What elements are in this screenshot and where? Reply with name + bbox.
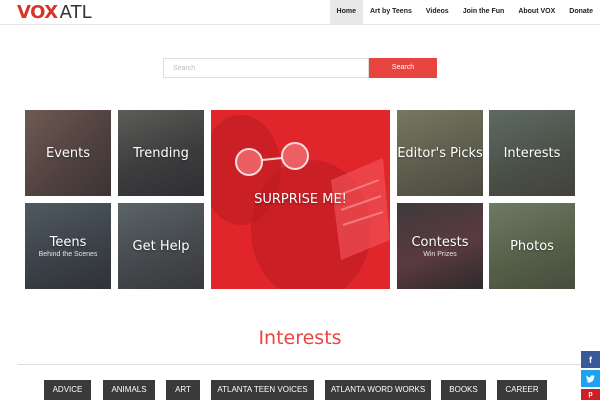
pinterest-icon: p bbox=[588, 391, 593, 398]
nav-about-vox[interactable]: About VOX bbox=[511, 0, 562, 24]
twitter-icon bbox=[586, 374, 595, 383]
search-input[interactable] bbox=[163, 58, 369, 78]
site-header: VOX ATL Home Art by Teens Videos Join th… bbox=[0, 0, 600, 25]
main-nav: Home Art by Teens Videos Join the Fun Ab… bbox=[329, 0, 600, 24]
tile-editors-picks-title: Editor's Picks bbox=[397, 145, 483, 161]
tile-teens[interactable]: Teens Behind the Scenes bbox=[25, 203, 111, 289]
facebook-share-button[interactable]: f bbox=[581, 351, 600, 368]
tile-surprise-title: SURPRISE ME! bbox=[254, 192, 347, 207]
tile-photos-title: Photos bbox=[510, 238, 554, 254]
pinterest-share-button[interactable]: p bbox=[581, 389, 600, 400]
tile-get-help[interactable]: Get Help bbox=[118, 203, 204, 289]
interest-chip-advice[interactable]: ADVICE bbox=[44, 380, 91, 400]
logo-atl-text: ATL bbox=[59, 2, 92, 23]
interests-heading: Interests bbox=[258, 327, 342, 349]
interest-chip-animals[interactable]: ANIMALS bbox=[103, 380, 155, 400]
logo-vox-text: VOX bbox=[17, 2, 58, 23]
tile-contests-subtitle: Win Prizes bbox=[423, 250, 457, 258]
twitter-share-button[interactable] bbox=[581, 370, 600, 387]
tile-events-title: Events bbox=[45, 145, 90, 161]
tile-interests[interactable]: Interests bbox=[489, 110, 575, 196]
nav-art-by-teens[interactable]: Art by Teens bbox=[363, 0, 419, 24]
interest-chip-career[interactable]: CAREER bbox=[497, 380, 547, 400]
nav-videos[interactable]: Videos bbox=[419, 0, 456, 24]
site-logo[interactable]: VOX ATL bbox=[17, 3, 92, 23]
tile-trending[interactable]: Trending bbox=[118, 110, 204, 196]
tile-interests-title: Interests bbox=[503, 145, 561, 161]
tile-photos[interactable]: Photos bbox=[489, 203, 575, 289]
nav-donate[interactable]: Donate bbox=[562, 0, 600, 24]
interest-chip-atlanta-word-works[interactable]: ATLANTA WORD WORKS bbox=[325, 380, 431, 400]
tile-contests-title: Contests bbox=[411, 234, 469, 250]
interest-chip-books[interactable]: BOOKS bbox=[441, 380, 486, 400]
interest-chip-art[interactable]: ART bbox=[166, 380, 200, 400]
tile-teens-subtitle: Behind the Scenes bbox=[38, 250, 98, 258]
interests-divider bbox=[18, 364, 582, 365]
interest-chip-atlanta-teen-voices[interactable]: ATLANTA TEEN VOICES bbox=[211, 380, 314, 400]
search-button[interactable]: Search bbox=[369, 58, 437, 78]
facebook-icon: f bbox=[589, 354, 592, 365]
tile-teens-title: Teens bbox=[49, 234, 87, 250]
tile-events[interactable]: Events bbox=[25, 110, 111, 196]
tile-surprise-me[interactable]: SURPRISE ME! bbox=[211, 110, 390, 289]
tile-trending-title: Trending bbox=[133, 145, 189, 161]
nav-join-the-fun[interactable]: Join the Fun bbox=[456, 0, 512, 24]
tile-get-help-title: Get Help bbox=[132, 238, 190, 254]
tile-contests[interactable]: Contests Win Prizes bbox=[397, 203, 483, 289]
tile-editors-picks[interactable]: Editor's Picks bbox=[397, 110, 483, 196]
nav-home[interactable]: Home bbox=[329, 0, 363, 24]
